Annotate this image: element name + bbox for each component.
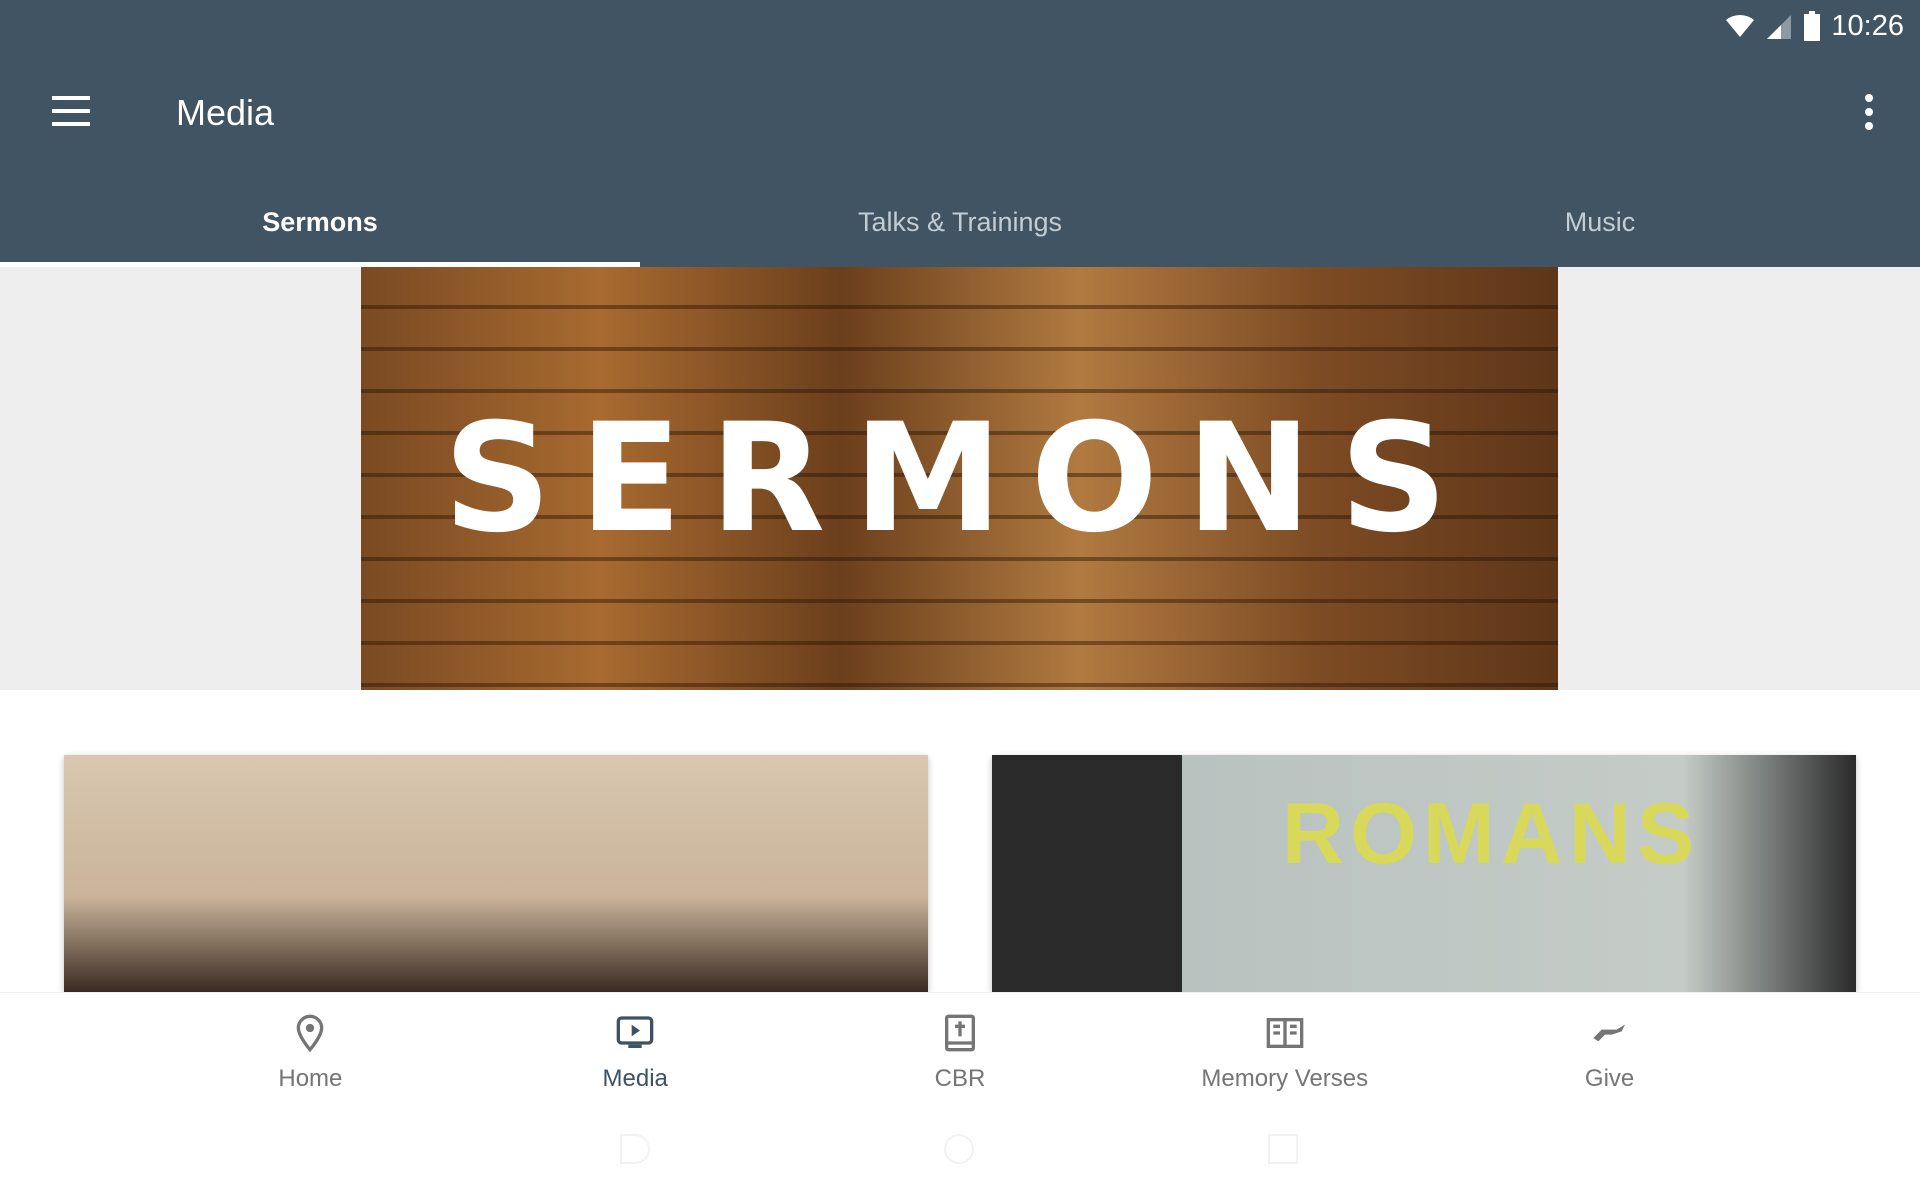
play-screen-icon — [616, 1016, 654, 1048]
page-title: Media — [176, 92, 275, 133]
nav-media[interactable]: Media — [473, 993, 798, 1114]
bottom-navigation: Home Media CBR Memory Verses Give — [0, 992, 1920, 1114]
nav-label: Give — [1584, 1065, 1635, 1092]
hamburger-menu-icon[interactable] — [52, 96, 90, 126]
sermon-card[interactable] — [64, 755, 928, 992]
status-bar: 10:26 — [1725, 6, 1904, 46]
tab-talks-trainings[interactable]: Talks & Trainings — [640, 190, 1280, 267]
nav-label: CBR — [934, 1065, 986, 1092]
nav-give[interactable]: Give — [1447, 993, 1772, 1114]
sermon-card[interactable]: ROMANS — [992, 755, 1856, 992]
home-circle-icon[interactable] — [944, 1134, 974, 1164]
back-icon[interactable] — [620, 1134, 650, 1164]
app-bar: 10:26 Media Sermons Talks & Trainings Mu… — [0, 0, 1920, 267]
open-book-icon — [1266, 1018, 1304, 1048]
nav-cbr[interactable]: CBR — [798, 993, 1123, 1114]
sermons-banner: SERMONS — [361, 267, 1558, 690]
nav-label: Home — [278, 1065, 343, 1092]
giving-hand-icon — [1592, 1024, 1625, 1042]
clock: 10:26 — [1831, 9, 1904, 42]
recents-icon[interactable] — [1268, 1134, 1298, 1164]
nav-memory-verses[interactable]: Memory Verses — [1122, 993, 1447, 1114]
nav-label: Media — [602, 1065, 668, 1092]
bible-icon — [944, 1014, 975, 1052]
nav-home[interactable]: Home — [148, 993, 473, 1114]
hero-area: SERMONS — [0, 267, 1920, 690]
more-vert-icon[interactable] — [1864, 94, 1874, 130]
signal-icon — [1767, 15, 1792, 39]
banner-text: SERMONS — [443, 391, 1476, 566]
wifi-icon — [1726, 14, 1755, 37]
battery-icon — [1804, 11, 1821, 41]
tab-bar: Sermons Talks & Trainings Music — [0, 190, 1920, 267]
tab-music[interactable]: Music — [1280, 190, 1920, 267]
location-pin-icon — [297, 1014, 324, 1053]
system-navigation-bar — [0, 1114, 1920, 1200]
tab-sermons[interactable]: Sermons — [0, 190, 640, 267]
nav-label: Memory Verses — [1201, 1065, 1369, 1092]
card-overlay-text: ROMANS — [1282, 786, 1701, 882]
